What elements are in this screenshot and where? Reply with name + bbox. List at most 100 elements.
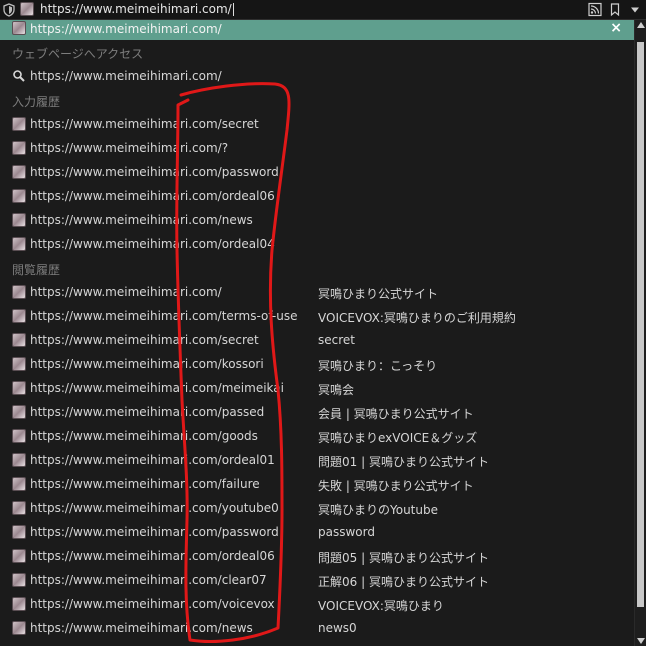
history-item-title: 冥鳴会 — [318, 383, 355, 397]
browse-history-item[interactable]: https://www.meimeihimari.com/goods 冥鳴ひまりe… — [0, 425, 634, 449]
site-favicon — [12, 333, 26, 347]
history-item-url: https://www.meimeihimari.com/passed — [30, 405, 265, 419]
input-history-item[interactable]: https://www.meimeihimari.com/password — [0, 161, 634, 185]
url-suggestions-dropdown: https://www.meimeihimari.com/ × ウェブページへア… — [0, 20, 634, 646]
browse-history-item[interactable]: https://www.meimeihimari.com/冥鳴ひまり公式サイト — [0, 281, 634, 305]
history-item-url: https://www.meimeihimari.com/terms-of-us… — [30, 309, 298, 323]
history-item-title: 冥鳴ひまり：こっそり — [318, 359, 438, 373]
history-item-url: https://www.meimeihimari.com/ordeal01 — [30, 453, 275, 467]
site-favicon — [12, 453, 26, 467]
history-item-title: password — [318, 525, 375, 539]
address-bar: https://www.meimeihimari.com/ — [0, 0, 646, 20]
history-item-title: VOICEVOX:冥鳴ひまりのご利用規約 — [318, 311, 516, 325]
history-item-url: https://www.meimeihimari.com/secret — [30, 333, 259, 347]
browse-history-item[interactable]: https://www.meimeihimari.com/terms-of-us… — [0, 305, 634, 329]
history-item-url: https://www.meimeihimari.com/meimeikai — [30, 381, 284, 395]
site-favicon — [12, 117, 26, 131]
history-item-title: 冥鳴ひまりexVOICE＆グッズ — [318, 431, 478, 445]
site-favicon — [12, 237, 26, 251]
browse-history-item[interactable]: https://www.meimeihimari.com/passed 会員 | … — [0, 401, 634, 425]
history-item-url: https://www.meimeihimari.com/ordeal06 — [30, 189, 275, 203]
history-item-url: https://www.meimeihimari.com/password — [30, 525, 279, 539]
history-item-title: 問題05 | 冥鳴ひまり公式サイト — [318, 551, 489, 565]
site-favicon — [12, 213, 26, 227]
site-favicon — [12, 501, 26, 515]
visit-url-suggestion[interactable]: https://www.meimeihimari.com/ — [0, 65, 634, 89]
selected-suggestion[interactable]: https://www.meimeihimari.com/ × — [0, 20, 634, 40]
browse-history-item[interactable]: https://www.meimeihimari.com/voicevox VOI… — [0, 593, 634, 617]
history-item-url: https://www.meimeihimari.com/secret — [30, 117, 259, 131]
visit-heading: ウェブページへアクセス — [12, 47, 144, 61]
history-item-url: https://www.meimeihimari.com/? — [30, 141, 229, 155]
history-item-title: VOICEVOX:冥鳴ひまり — [318, 599, 444, 613]
site-favicon — [12, 525, 26, 539]
browse-history-item[interactable]: https://www.meimeihimari.com/kossori 冥鳴ひま… — [0, 353, 634, 377]
history-item-url: https://www.meimeihimari.com/failure — [30, 477, 260, 491]
search-icon — [13, 70, 25, 82]
close-icon[interactable]: × — [610, 20, 622, 36]
site-favicon — [12, 405, 26, 419]
urlbar-icons — [588, 2, 642, 17]
history-item-url: https://www.meimeihimari.com/ordeal04 — [30, 237, 275, 251]
browse-history-item[interactable]: https://www.meimeihimari.com/secret secre… — [0, 329, 634, 353]
browse-history-item[interactable]: https://www.meimeihimari.com/failure 失敗 |… — [0, 473, 634, 497]
site-favicon — [12, 309, 26, 323]
history-item-title: news0 — [318, 621, 357, 635]
browse-history-item[interactable]: https://www.meimeihimari.com/news news0 — [0, 617, 634, 641]
site-favicon — [12, 381, 26, 395]
history-item-title: 冥鳴ひまり公式サイト — [318, 287, 439, 301]
site-favicon — [12, 165, 26, 179]
history-item-url: https://www.meimeihimari.com/kossori — [30, 357, 264, 371]
scrollbar-thumb[interactable] — [637, 42, 644, 607]
browse-history-item[interactable]: https://www.meimeihimari.com/ordeal01 問題0… — [0, 449, 634, 473]
history-item-url: https://www.meimeihimari.com/voicevox — [30, 597, 275, 611]
bookmark-icon[interactable] — [608, 2, 622, 17]
history-item-url: https://www.meimeihimari.com/news — [30, 213, 253, 227]
history-item-url: https://www.meimeihimari.com/ — [30, 285, 222, 299]
browse-history-item[interactable]: https://www.meimeihimari.com/youtube0 冥鳴ひ… — [0, 497, 634, 521]
input-history-item[interactable]: https://www.meimeihimari.com/ordeal06 — [0, 185, 634, 209]
site-favicon — [12, 189, 26, 203]
text-caret — [232, 3, 234, 16]
site-favicon — [12, 621, 26, 635]
site-favicon — [12, 429, 26, 443]
site-favicon — [12, 21, 26, 35]
scrollbar[interactable] — [634, 20, 646, 646]
url-input[interactable]: https://www.meimeihimari.com/ — [40, 2, 234, 16]
shield-icon[interactable] — [3, 3, 15, 17]
url-input-text: https://www.meimeihimari.com/ — [40, 2, 232, 16]
rss-icon[interactable] — [588, 2, 602, 17]
history-item-title: 正解06 | 冥鳴ひまり公式サイト — [318, 575, 489, 589]
input-history-heading: 入力履歴 — [12, 95, 61, 109]
browse-history-item[interactable]: https://www.meimeihimari.com/meimeikai 冥鳴… — [0, 377, 634, 401]
scroll-down-arrow-icon[interactable] — [637, 638, 645, 644]
browse-history-item[interactable]: https://www.meimeihimari.com/password pas… — [0, 521, 634, 545]
input-history-item[interactable]: https://www.meimeihimari.com/? — [0, 137, 634, 161]
history-item-url: https://www.meimeihimari.com/youtube0 — [30, 501, 279, 515]
history-item-title: 冥鳴ひまりのYoutube — [318, 503, 438, 517]
input-history-item[interactable]: https://www.meimeihimari.com/ordeal04 — [0, 233, 634, 257]
history-item-title: 会員 | 冥鳴ひまり公式サイト — [318, 407, 474, 421]
history-item-title: 失敗 | 冥鳴ひまり公式サイト — [318, 479, 474, 493]
visit-url-text: https://www.meimeihimari.com/ — [30, 69, 222, 83]
site-favicon — [12, 477, 26, 491]
site-favicon — [12, 597, 26, 611]
history-item-title: 問題01 | 冥鳴ひまり公式サイト — [318, 455, 489, 469]
site-favicon — [12, 357, 26, 371]
history-item-url: https://www.meimeihimari.com/ordeal06 — [30, 549, 275, 563]
input-history-item[interactable]: https://www.meimeihimari.com/secret — [0, 113, 634, 137]
site-favicon — [12, 141, 26, 155]
input-history-item[interactable]: https://www.meimeihimari.com/news — [0, 209, 634, 233]
browse-history-heading: 閲覧履歴 — [12, 263, 61, 277]
site-favicon — [12, 549, 26, 563]
browse-history-item[interactable]: https://www.meimeihimari.com/ordeal06 問題0… — [0, 545, 634, 569]
history-item-url: https://www.meimeihimari.com/goods — [30, 429, 258, 443]
browse-history-item[interactable]: https://www.meimeihimari.com/clear07 正解06… — [0, 569, 634, 593]
selected-suggestion-url: https://www.meimeihimari.com/ — [30, 22, 222, 36]
history-item-title: secret — [318, 333, 355, 347]
dropdown-arrow-icon[interactable] — [628, 2, 642, 17]
site-favicon — [12, 573, 26, 587]
site-favicon — [12, 285, 26, 299]
history-item-url: https://www.meimeihimari.com/news — [30, 621, 253, 635]
scroll-up-arrow-icon[interactable] — [637, 22, 645, 28]
